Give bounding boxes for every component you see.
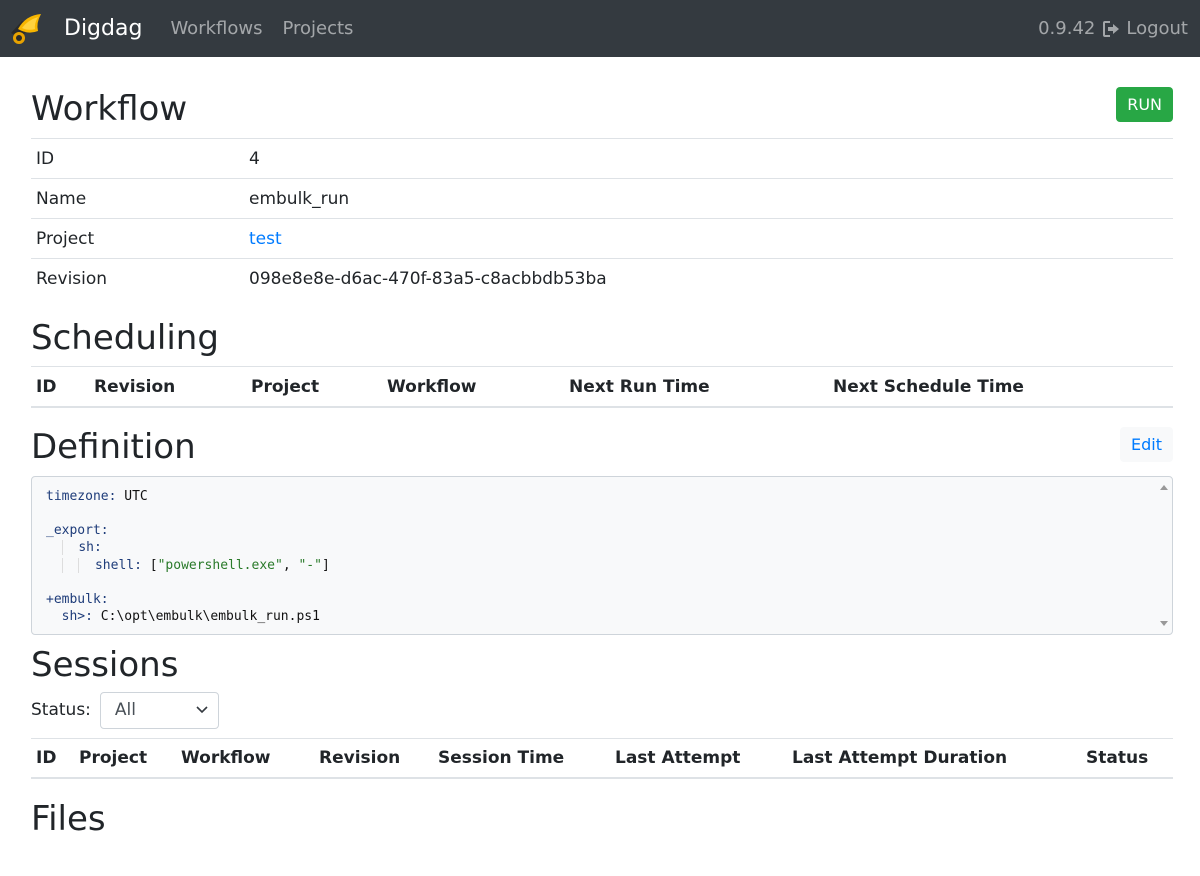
info-value: test <box>244 218 1173 259</box>
info-row-revision: Revision 098e8e8e-d6ac-470f-83a5-c8acbbd… <box>31 258 1173 299</box>
col-header: Session Time <box>433 737 610 780</box>
brand-name: Digdag <box>64 16 143 41</box>
col-header: ID <box>31 366 89 408</box>
status-label: Status: <box>31 700 91 721</box>
code-token: shell: <box>94 557 142 573</box>
sign-out-icon <box>1103 20 1120 37</box>
col-header: Revision <box>314 737 433 780</box>
scroll-up-arrow-icon[interactable] <box>1160 484 1168 490</box>
status-select[interactable]: All <box>99 691 219 729</box>
code-token: [ <box>149 557 158 573</box>
col-header: ID <box>31 737 74 780</box>
code-token: sh: <box>78 540 102 556</box>
definition-code-editor[interactable]: timezone: UTC _export: sh: shell: ["power… <box>31 475 1173 637</box>
logout-link[interactable]: Logout <box>1103 18 1188 39</box>
info-key: Project <box>31 218 244 259</box>
nav-workflows-link[interactable]: Workflows <box>170 18 262 39</box>
sessions-header-row: ID Project Workflow Revision Session Tim… <box>31 737 1173 780</box>
col-header: Workflow <box>382 366 564 408</box>
workflow-info-table: ID 4 Name embulk_run Project test Revisi… <box>31 138 1173 299</box>
workflow-header: Workflow RUN <box>31 87 1173 138</box>
code-token: ] <box>321 557 330 573</box>
chevron-down-icon <box>196 706 208 714</box>
scheduling-heading: Scheduling <box>31 317 219 358</box>
code-token: sh>: <box>61 609 93 625</box>
code-token: , <box>282 557 299 573</box>
info-value: embulk_run <box>244 178 1173 219</box>
info-row-project: Project test <box>31 218 1173 259</box>
code-token: UTC <box>124 488 148 504</box>
code-scrollbar[interactable] <box>1156 477 1172 634</box>
info-row-id: ID 4 <box>31 138 1173 179</box>
sessions-heading: Sessions <box>31 644 179 685</box>
col-header: Next Run Time <box>564 366 828 408</box>
brand[interactable]: Digdag <box>8 11 170 47</box>
code-token: "powershell.exe" <box>157 557 283 573</box>
info-row-name: Name embulk_run <box>31 178 1173 219</box>
top-navbar: Digdag Workflows Projects 0.9.42 Logout <box>0 0 1200 57</box>
scheduling-table: ID Revision Project Workflow Next Run Ti… <box>31 366 1173 408</box>
info-value: 098e8e8e-d6ac-470f-83a5-c8acbbdb53ba <box>244 258 1173 299</box>
col-header: Revision <box>89 366 246 408</box>
col-header: Last Attempt Duration <box>787 737 1081 780</box>
col-header: Next Schedule Time <box>828 366 1173 408</box>
nav-right: 0.9.42 Logout <box>1038 18 1188 39</box>
scheduling-header-row: ID Revision Project Workflow Next Run Ti… <box>31 366 1173 408</box>
definition-heading: Definition <box>31 427 196 467</box>
definition-header: Definition Edit <box>31 426 1173 468</box>
code-token: "-" <box>298 557 322 573</box>
col-header: Project <box>74 737 176 780</box>
main-content: Workflow RUN ID 4 Name embulk_run Projec… <box>0 87 1200 840</box>
project-link[interactable]: test <box>249 229 282 249</box>
sessions-table: ID Project Workflow Revision Session Tim… <box>31 737 1173 780</box>
col-header: Last Attempt <box>610 737 787 780</box>
nav-projects-link[interactable]: Projects <box>282 18 353 39</box>
files-heading: Files <box>31 799 106 840</box>
version-text: 0.9.42 <box>1038 18 1096 39</box>
code-token: timezone: <box>46 488 117 504</box>
scroll-down-arrow-icon[interactable] <box>1160 620 1168 626</box>
edit-button[interactable]: Edit <box>1120 426 1173 462</box>
info-key: Name <box>31 178 244 219</box>
info-key: Revision <box>31 258 244 299</box>
run-button[interactable]: RUN <box>1116 87 1173 122</box>
status-select-value: All <box>114 700 136 721</box>
code-token: +embulk: <box>46 591 109 607</box>
col-header: Workflow <box>176 737 314 780</box>
workflow-heading: Workflow <box>31 89 188 130</box>
col-header: Status <box>1081 737 1173 780</box>
code-token: C:\opt\embulk\embulk_run.ps1 <box>100 609 320 625</box>
info-value: 4 <box>244 138 1173 179</box>
col-header: Project <box>246 366 382 408</box>
code-content: timezone: UTC _export: sh: shell: ["power… <box>32 477 1172 637</box>
status-filter: Status: All <box>31 691 1173 729</box>
info-key: ID <box>31 138 244 179</box>
digdag-logo-icon <box>11 13 41 44</box>
logout-label: Logout <box>1126 18 1188 39</box>
code-token: _export: <box>46 523 109 539</box>
